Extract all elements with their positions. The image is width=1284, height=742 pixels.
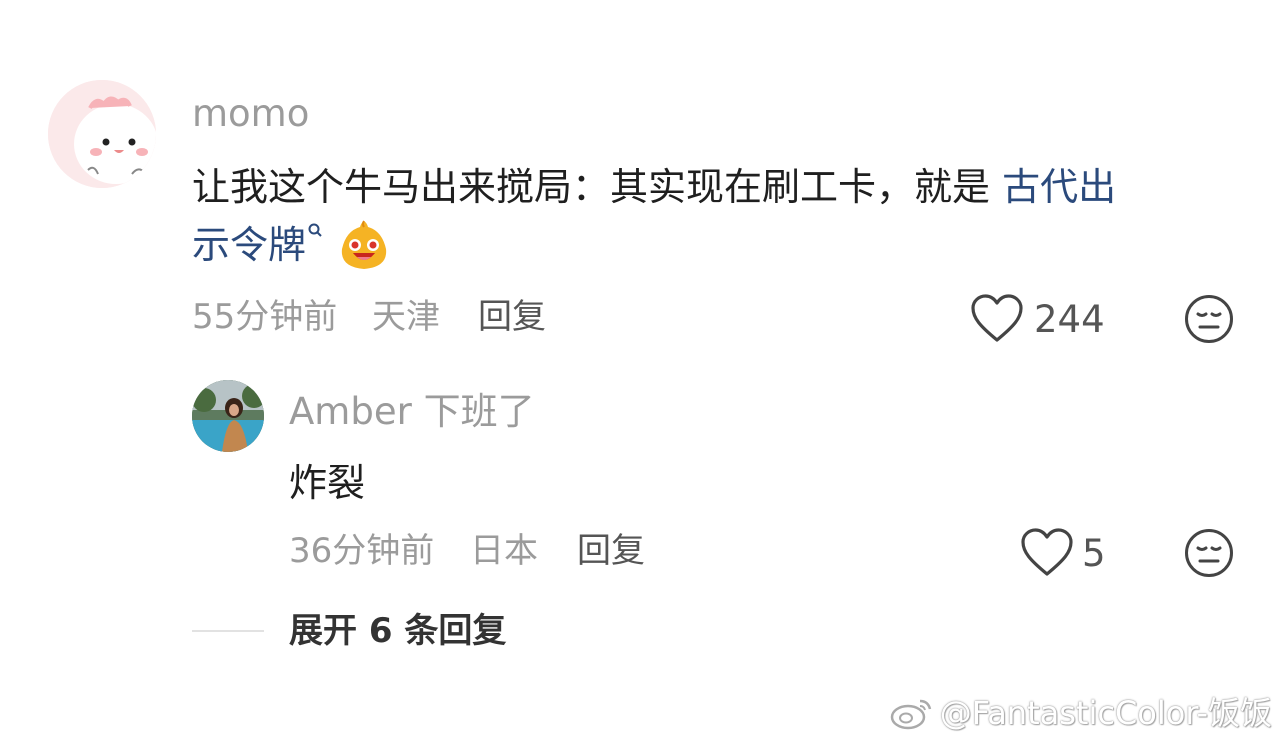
smiling-drool-emoji-icon [341, 219, 387, 269]
comment-username[interactable]: momo [192, 92, 309, 136]
reply-avatar[interactable] [192, 380, 264, 452]
reply-text: 炸裂 [289, 461, 366, 505]
watermark-text: @FantasticColor-饭饭 [939, 694, 1272, 732]
comment-text-plain: 让我这个牛马出来搅局：其实现在刷工卡，就是 [192, 165, 991, 209]
comment-reply-button[interactable]: 回复 [478, 297, 546, 337]
reply-time: 36分钟前 [289, 531, 435, 571]
comment-time: 55分钟前 [192, 297, 338, 337]
expand-divider [192, 630, 264, 632]
reply-like-heart-icon[interactable] [1020, 528, 1074, 578]
like-heart-icon[interactable] [970, 294, 1024, 344]
comment-link-line1[interactable]: 古代出 [1002, 165, 1116, 209]
expand-replies-button[interactable]: 展开 6 条回复 [289, 611, 506, 651]
cartoon-dinosaur-avatar-icon [48, 80, 156, 188]
reply-like-count: 5 [1082, 532, 1106, 575]
comment-text: 让我这个牛马出来搅局：其实现在刷工卡，就是 古代出示令牌 [192, 158, 1222, 274]
watermark: @FantasticColor-饭饭 [890, 694, 1272, 732]
pool-photo-avatar-icon [192, 380, 264, 452]
reply-username[interactable]: Amber 下班了 [289, 390, 535, 434]
like-count: 244 [1034, 298, 1105, 341]
search-icon[interactable] [307, 222, 323, 238]
avatar[interactable] [48, 80, 156, 188]
comment-link-line2[interactable]: 示令牌 [192, 223, 306, 267]
reply-dislike-face-icon[interactable] [1184, 528, 1234, 578]
weibo-logo-icon [890, 699, 931, 730]
reply-location: 日本 [470, 531, 538, 571]
reply-reply-button[interactable]: 回复 [577, 531, 645, 571]
comment-location: 天津 [372, 297, 440, 337]
dislike-face-icon[interactable] [1184, 294, 1234, 344]
